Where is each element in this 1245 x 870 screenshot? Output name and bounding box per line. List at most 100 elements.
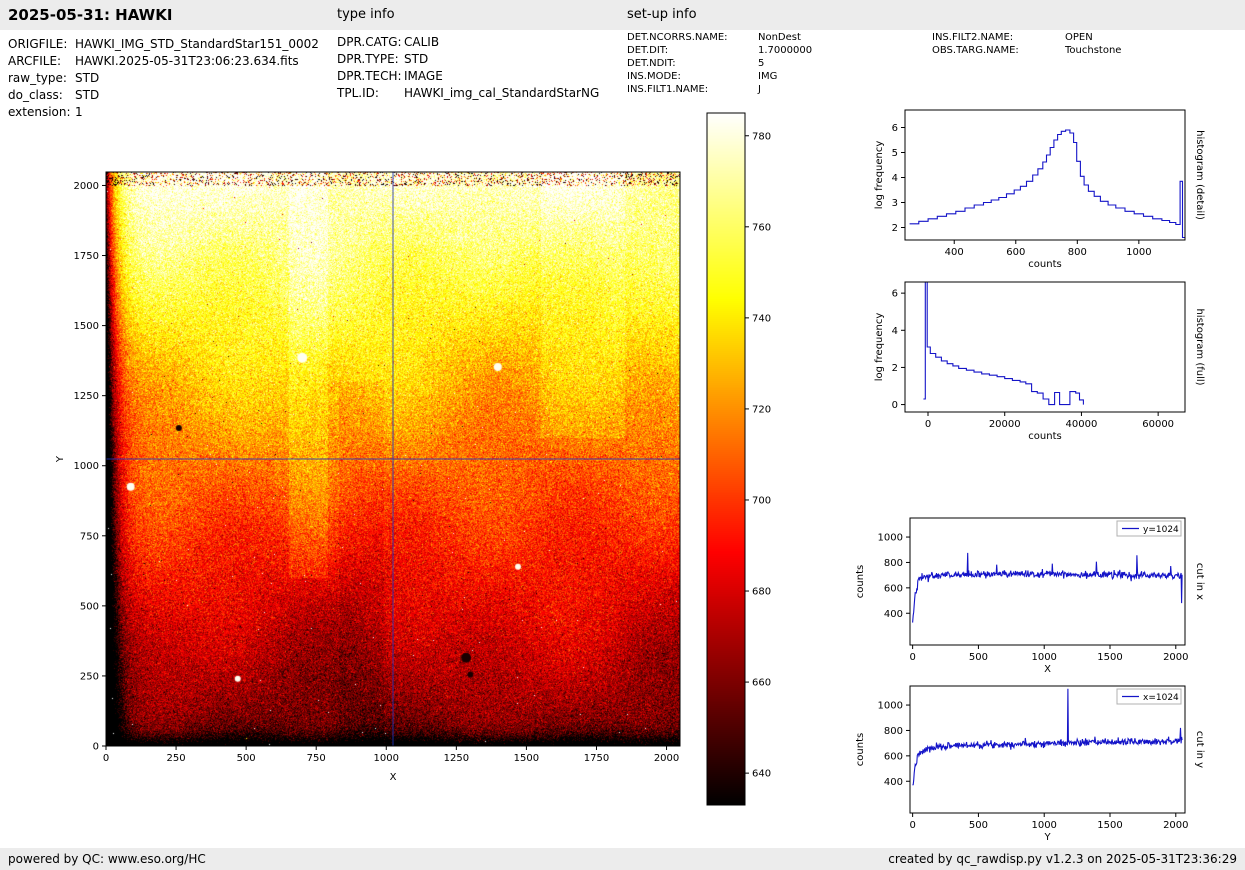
cut-y-plot: 05001000150020004006008001000Ycountscut …: [855, 686, 1205, 843]
page-title: 2025-05-31: HAWKI: [8, 0, 172, 30]
setup-info-heading: set-up info: [627, 0, 697, 30]
svg-text:2: 2: [892, 223, 898, 234]
svg-text:2000: 2000: [74, 181, 99, 192]
svg-text:1750: 1750: [74, 251, 99, 262]
svg-text:500: 500: [969, 820, 988, 831]
meta-value: 1.7000000: [758, 45, 812, 56]
meta-value: CALIB: [404, 35, 439, 49]
meta-value: 1: [75, 105, 83, 119]
svg-text:800: 800: [884, 726, 903, 737]
svg-text:counts: counts: [855, 565, 866, 598]
svg-text:histogram (detail): histogram (detail): [1194, 130, 1205, 220]
svg-text:20000: 20000: [989, 419, 1021, 430]
meta-value: HAWKI_IMG_STD_StandardStar151_0002: [75, 37, 319, 51]
svg-text:5: 5: [892, 148, 898, 159]
meta-value: STD: [404, 52, 428, 66]
svg-text:cut in y: cut in y: [1194, 731, 1205, 768]
type-info-block: DPR.CATG:CALIB DPR.TYPE:STD DPR.TECH:IMA…: [337, 34, 599, 102]
svg-text:1000: 1000: [74, 461, 99, 472]
meta-value: J: [758, 84, 761, 95]
meta-row-extension: extension:1: [8, 104, 319, 121]
colorbar-canvas: [707, 113, 745, 805]
cut-x-plot: 05001000150020004006008001000Xcountscut …: [855, 518, 1205, 675]
meta-row-raw-type: raw_type:STD: [8, 70, 319, 87]
svg-text:2000: 2000: [1163, 820, 1188, 831]
meta-row-ins-filt2: INS.FILT2.NAME:OPEN: [932, 31, 1121, 44]
svg-text:1750: 1750: [584, 753, 609, 764]
header-bar: 2025-05-31: HAWKI type info set-up info: [0, 0, 1245, 30]
meta-label: do_class:: [8, 87, 75, 104]
meta-value: OPEN: [1065, 32, 1093, 43]
svg-text:counts: counts: [1028, 259, 1061, 270]
svg-text:640: 640: [752, 769, 771, 780]
svg-text:400: 400: [945, 247, 964, 258]
meta-value: STD: [75, 88, 99, 102]
type-info-heading: type info: [337, 0, 395, 30]
meta-label: DET.DIT:: [627, 44, 758, 57]
svg-text:720: 720: [752, 404, 771, 415]
svg-text:6: 6: [892, 289, 898, 300]
svg-text:counts: counts: [1028, 431, 1061, 442]
svg-text:40000: 40000: [1066, 419, 1098, 430]
svg-text:600: 600: [884, 583, 903, 594]
meta-row-dpr-tech: DPR.TECH:IMAGE: [337, 68, 599, 85]
svg-text:0: 0: [909, 652, 915, 663]
svg-text:histogram (full): histogram (full): [1194, 308, 1205, 385]
svg-text:2: 2: [892, 363, 898, 374]
meta-value: IMG: [758, 71, 777, 82]
svg-text:1000: 1000: [374, 753, 399, 764]
svg-text:800: 800: [1068, 247, 1087, 258]
svg-text:4: 4: [892, 173, 898, 184]
meta-label: INS.FILT1.NAME:: [627, 83, 758, 96]
meta-label: TPL.ID:: [337, 85, 404, 102]
meta-label: DPR.TECH:: [337, 68, 404, 85]
meta-label: INS.MODE:: [627, 70, 758, 83]
footer-bar: powered by QC: www.eso.org/HC created by…: [0, 848, 1245, 870]
svg-text:400: 400: [884, 609, 903, 620]
svg-text:700: 700: [752, 495, 771, 506]
svg-text:0: 0: [892, 400, 898, 411]
meta-row-det-ncorrs: DET.NCORRS.NAME:NonDest: [627, 31, 812, 44]
footer-credit-right: created by qc_rawdisp.py v1.2.3 on 2025-…: [888, 848, 1237, 870]
detector-image-canvas: [106, 172, 680, 746]
svg-text:2000: 2000: [1163, 652, 1188, 663]
svg-text:y=1024: y=1024: [1143, 525, 1179, 535]
svg-text:600: 600: [1006, 247, 1025, 258]
svg-text:0: 0: [93, 742, 99, 753]
svg-text:1500: 1500: [74, 321, 99, 332]
meta-value: IMAGE: [404, 69, 443, 83]
svg-text:750: 750: [307, 753, 326, 764]
svg-text:400: 400: [884, 777, 903, 788]
footer-credit-left: powered by QC: www.eso.org/HC: [8, 848, 206, 870]
meta-value: STD: [75, 71, 99, 85]
svg-text:6: 6: [892, 123, 898, 134]
svg-text:1500: 1500: [514, 753, 539, 764]
svg-text:0: 0: [925, 419, 931, 430]
svg-text:x=1024: x=1024: [1143, 693, 1179, 703]
svg-text:1250: 1250: [444, 753, 469, 764]
meta-value: NonDest: [758, 32, 801, 43]
meta-row-det-ndit: DET.NDIT:5: [627, 57, 812, 70]
svg-text:250: 250: [167, 753, 186, 764]
meta-row-det-dit: DET.DIT:1.7000000: [627, 44, 812, 57]
svg-text:X: X: [1044, 664, 1051, 675]
svg-text:1000: 1000: [1031, 652, 1056, 663]
meta-row-do-class: do_class:STD: [8, 87, 319, 104]
svg-text:1500: 1500: [1097, 820, 1122, 831]
meta-value: 5: [758, 58, 764, 69]
file-info-block: ORIGFILE:HAWKI_IMG_STD_StandardStar151_0…: [8, 36, 319, 121]
svg-text:760: 760: [752, 222, 771, 233]
meta-label: ARCFILE:: [8, 53, 75, 70]
svg-text:1000: 1000: [878, 701, 903, 712]
meta-label: OBS.TARG.NAME:: [932, 44, 1065, 57]
svg-text:X: X: [390, 772, 397, 783]
meta-row-arcfile: ARCFILE:HAWKI.2025-05-31T23:06:23.634.fi…: [8, 53, 319, 70]
hist-detail-plot: 400600800100023456countslog frequencyhis…: [874, 110, 1205, 270]
svg-text:750: 750: [80, 531, 99, 542]
svg-text:cut in x: cut in x: [1194, 563, 1205, 600]
svg-text:800: 800: [884, 558, 903, 569]
setup-info-block: DET.NCORRS.NAME:NonDest DET.DIT:1.700000…: [627, 31, 812, 96]
meta-row-dpr-catg: DPR.CATG:CALIB: [337, 34, 599, 51]
meta-label: extension:: [8, 104, 75, 121]
svg-text:1500: 1500: [1097, 652, 1122, 663]
